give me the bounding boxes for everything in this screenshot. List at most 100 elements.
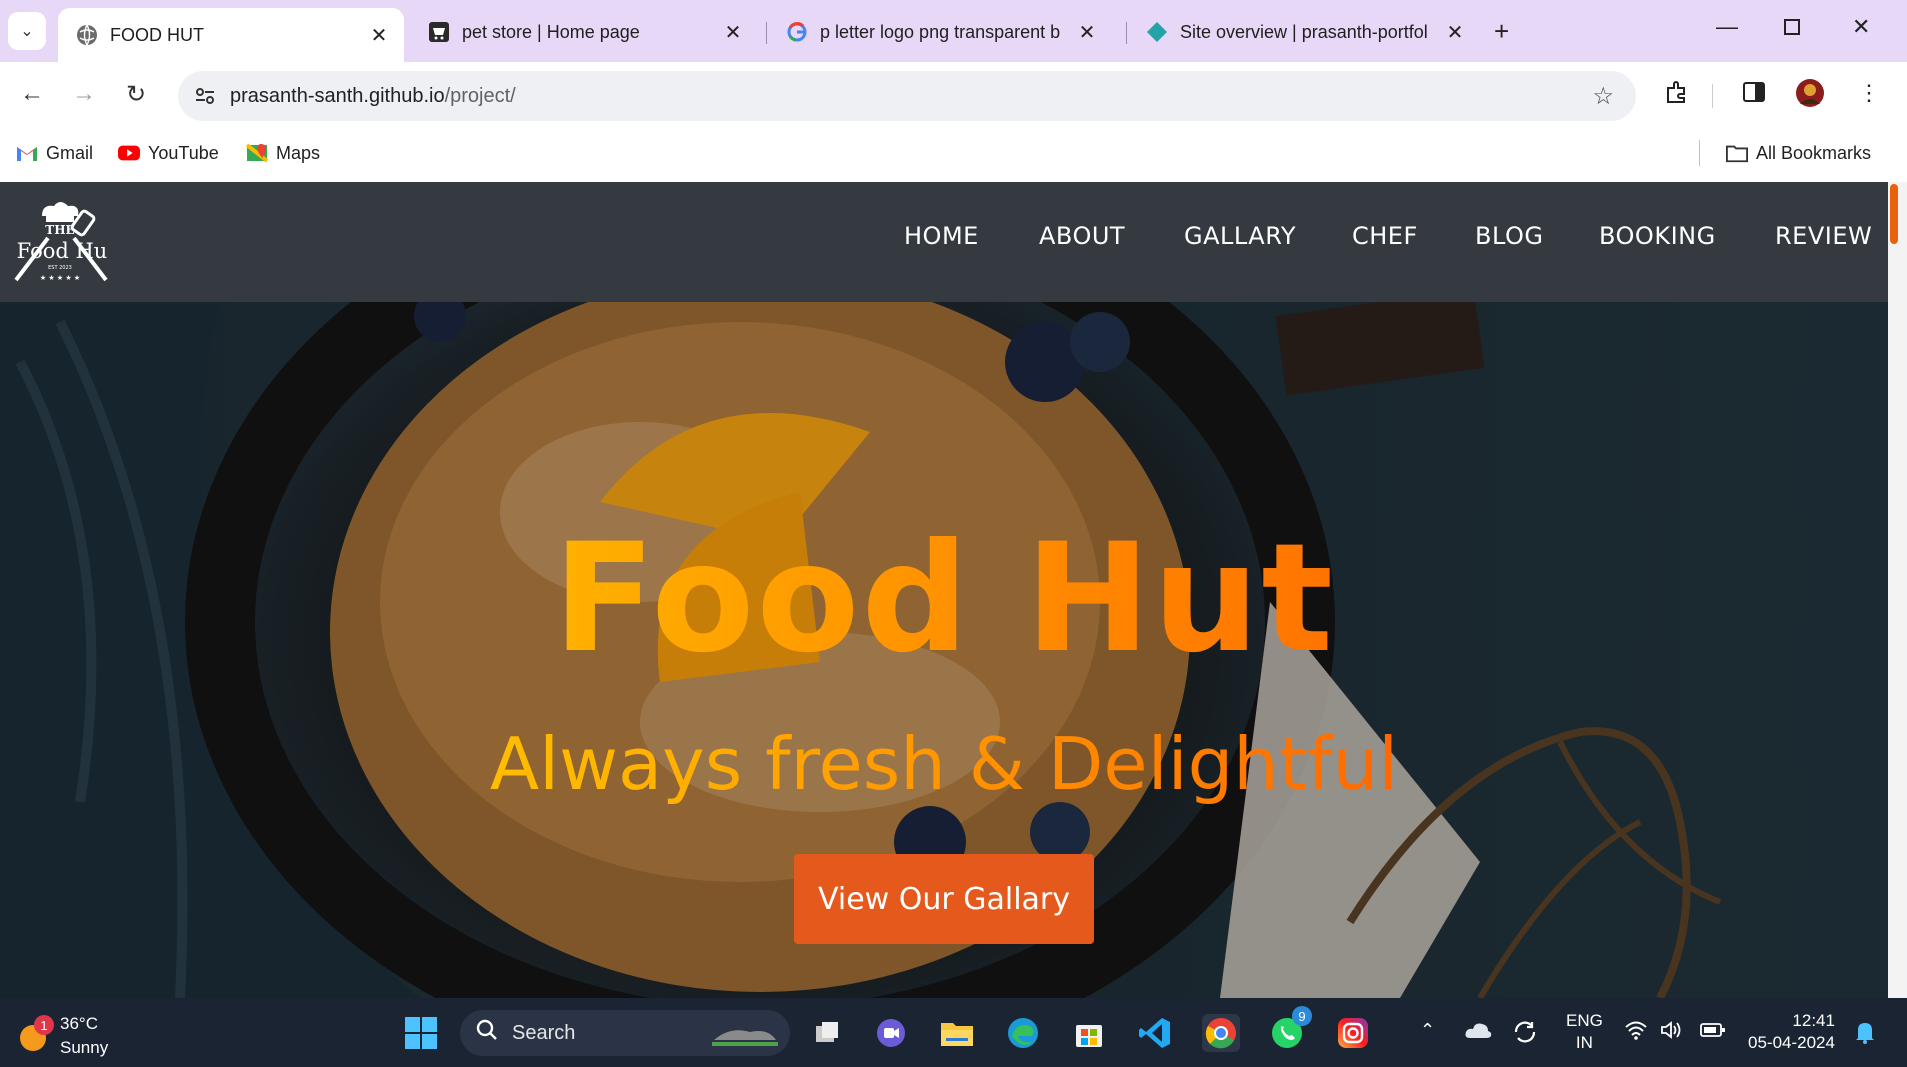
svg-text:Food Hu: Food Hu <box>17 239 108 263</box>
arrow-left-icon: ← <box>20 80 44 107</box>
battery-icon[interactable] <box>1700 1021 1726 1044</box>
tab-pet-store[interactable]: pet store | Home page ✕ <box>410 12 758 52</box>
close-window-button[interactable]: ✕ <box>1852 14 1870 40</box>
search-label: Search <box>512 1021 576 1044</box>
store-icon <box>428 21 450 43</box>
forward-button[interactable]: → <box>72 80 96 108</box>
search-icon <box>476 1019 498 1047</box>
teams-meet-icon[interactable] <box>872 1014 910 1052</box>
reload-icon: ↻ <box>126 81 147 108</box>
bookmark-label: YouTube <box>148 142 219 163</box>
bookmark-maps[interactable]: Maps <box>246 142 320 164</box>
tab-separator <box>1126 22 1127 44</box>
maps-icon <box>246 142 268 164</box>
hero-subtitle: Always fresh & Delightful <box>0 722 1888 806</box>
profile-avatar[interactable] <box>1795 78 1825 114</box>
bookmark-star-icon[interactable]: ☆ <box>1592 82 1614 111</box>
kebab-menu-icon[interactable]: ⋮ <box>1858 80 1880 106</box>
nav-home[interactable]: HOME <box>904 222 979 250</box>
youtube-icon <box>118 142 140 164</box>
nav-blog[interactable]: BLOG <box>1475 222 1543 250</box>
tab-food-hut[interactable]: FOOD HUT ✕ <box>58 8 404 62</box>
view-gallary-button[interactable]: View Our Gallary <box>794 854 1094 944</box>
minimize-button[interactable]: — <box>1716 14 1738 40</box>
whatsapp-badge: 9 <box>1292 1006 1312 1026</box>
back-button[interactable]: ← <box>20 80 44 108</box>
nav-about[interactable]: ABOUT <box>1039 222 1125 250</box>
chevron-up-icon[interactable]: ⌃ <box>1420 1020 1435 1041</box>
all-bookmarks-button[interactable]: All Bookmarks <box>1726 142 1871 164</box>
globe-icon <box>76 24 98 46</box>
maximize-button[interactable] <box>1783 16 1801 42</box>
nav-review[interactable]: REVIEW <box>1775 222 1872 250</box>
arrow-right-icon: → <box>72 80 96 107</box>
chevron-down-icon: ⌄ <box>20 23 34 40</box>
clock-time: 12:41 <box>1792 1011 1835 1030</box>
close-icon[interactable]: ✕ <box>722 20 744 45</box>
bookmarks-bar: Gmail YouTube Maps All Bookmarks <box>0 130 1907 182</box>
nav-booking[interactable]: BOOKING <box>1599 222 1716 250</box>
folder-icon <box>1726 142 1748 164</box>
tab-title: pet store | Home page <box>462 21 640 42</box>
nav-chef[interactable]: CHEF <box>1352 222 1418 250</box>
clock-date: 05-04-2024 <box>1748 1033 1835 1052</box>
tab-title: p letter logo png transparent b <box>820 21 1061 42</box>
bookmark-youtube[interactable]: YouTube <box>118 142 219 164</box>
netlify-icon <box>1146 21 1168 43</box>
notification-bell-icon[interactable] <box>1854 1020 1876 1049</box>
address-bar[interactable]: prasanth-santh.github.io/project/ ☆ <box>178 71 1636 121</box>
wifi-icon[interactable] <box>1624 1020 1648 1045</box>
close-icon[interactable]: ✕ <box>1444 20 1466 45</box>
clock[interactable]: 12:41 05-04-2024 <box>1748 1010 1835 1054</box>
hero-title: Food Hut <box>0 512 1888 686</box>
language-label: ENG <box>1566 1011 1603 1030</box>
bookmark-label: Maps <box>276 142 321 163</box>
extensions-icon[interactable] <box>1664 80 1690 112</box>
bookmark-gmail[interactable]: Gmail <box>16 142 93 164</box>
all-bookmarks-label: All Bookmarks <box>1756 142 1872 163</box>
hero-section: Food Hut Always fresh & Delightful View … <box>0 302 1888 998</box>
task-view-icon[interactable] <box>808 1014 846 1052</box>
whatsapp-icon[interactable]: 9 <box>1268 1006 1312 1052</box>
microsoft-store-icon[interactable] <box>1070 1014 1108 1052</box>
web-page: THE Food Hu EST 2023 ★ ★ ★ ★ ★ HOME ABOU… <box>0 182 1888 998</box>
start-button[interactable] <box>402 1014 440 1052</box>
tab-separator <box>766 22 767 44</box>
weather-widget[interactable]: 1 36°C Sunny <box>16 1012 108 1060</box>
onedrive-icon[interactable] <box>1464 1020 1492 1045</box>
chrome-taskbar-icon[interactable] <box>1202 1014 1240 1052</box>
site-info-icon[interactable] <box>194 85 216 107</box>
svg-text:★ ★ ★ ★ ★: ★ ★ ★ ★ ★ <box>40 274 80 282</box>
tab-title: Site overview | prasanth-portfol <box>1180 21 1428 42</box>
tab-search-button[interactable]: ⌄ <box>8 12 46 50</box>
tab-site-overview[interactable]: Site overview | prasanth-portfol ✕ <box>1128 12 1480 52</box>
svg-text:EST 2023: EST 2023 <box>48 265 72 271</box>
gmail-icon <box>16 142 38 164</box>
instagram-icon[interactable] <box>1334 1014 1372 1052</box>
food-hut-logo[interactable]: THE Food Hu EST 2023 ★ ★ ★ ★ ★ <box>12 198 110 286</box>
vscode-icon[interactable] <box>1136 1014 1174 1052</box>
tab-google-search[interactable]: p letter logo png transparent b ✕ <box>768 12 1112 52</box>
close-icon[interactable]: ✕ <box>368 23 390 48</box>
new-tab-button[interactable]: + <box>1494 16 1509 47</box>
close-icon[interactable]: ✕ <box>1076 20 1098 45</box>
site-navbar: THE Food Hu EST 2023 ★ ★ ★ ★ ★ HOME ABOU… <box>0 182 1888 302</box>
reload-button[interactable]: ↻ <box>126 80 146 109</box>
google-icon <box>786 21 808 43</box>
svg-text:THE: THE <box>45 223 74 237</box>
edge-icon[interactable] <box>1004 1014 1042 1052</box>
taskbar-search[interactable]: Search <box>460 1010 790 1056</box>
search-highlight-image <box>710 1018 780 1054</box>
volume-icon[interactable] <box>1660 1020 1684 1045</box>
weather-badge: 1 <box>34 1015 54 1035</box>
sync-icon[interactable] <box>1512 1020 1538 1049</box>
tab-title: FOOD HUT <box>110 24 204 45</box>
language-indicator[interactable]: ENG IN <box>1566 1010 1603 1054</box>
page-scrollbar[interactable] <box>1888 182 1907 998</box>
nav-gallary[interactable]: GALLARY <box>1184 222 1296 250</box>
file-explorer-icon[interactable] <box>938 1014 976 1052</box>
weather-temp: 36°C <box>60 1014 98 1033</box>
side-panel-icon[interactable] <box>1742 80 1766 110</box>
weather-desc: Sunny <box>60 1038 109 1057</box>
scrollbar-thumb[interactable] <box>1890 184 1898 244</box>
